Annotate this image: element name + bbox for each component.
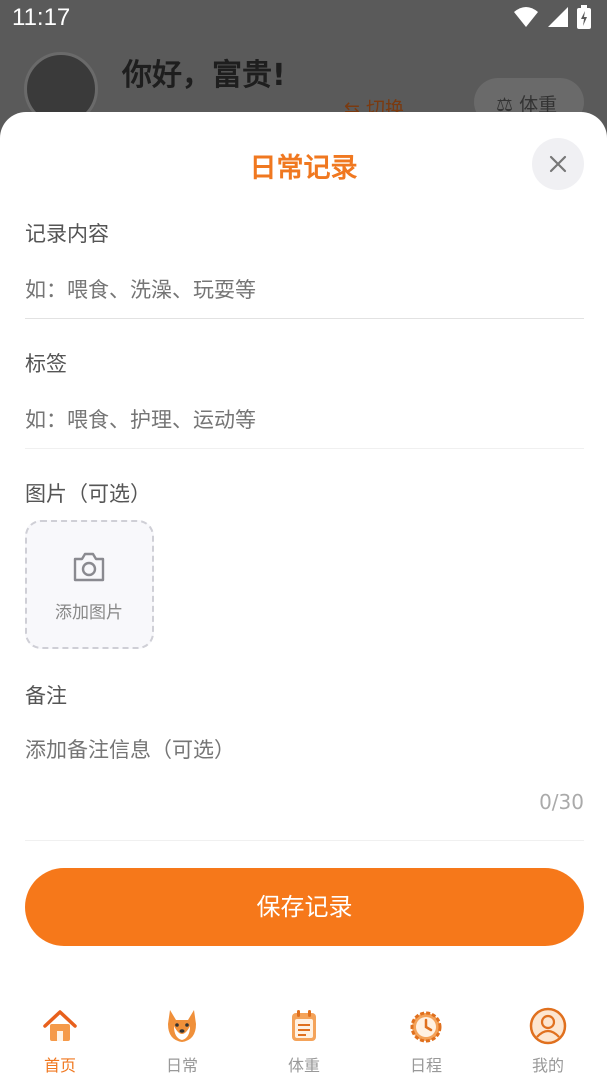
- dog-icon: [168, 1010, 196, 1042]
- notes-char-counter: 0/30: [539, 790, 584, 814]
- sheet-title: 日常记录: [249, 153, 358, 184]
- tags-input[interactable]: [25, 402, 584, 438]
- nav-schedule-label: 日程: [409, 1056, 442, 1075]
- content-input[interactable]: [25, 272, 584, 308]
- status-bar: 11:17: [0, 0, 607, 36]
- save-record-button[interactable]: 保存记录: [25, 868, 584, 946]
- images-label: 图片（可选）: [25, 482, 151, 506]
- add-image-button[interactable]: 添加图片: [25, 520, 154, 649]
- greeting-text: 你好，富贵!: [122, 58, 286, 93]
- nav-home[interactable]: 首页: [10, 1006, 110, 1076]
- nav-daily[interactable]: 日常: [132, 1006, 232, 1076]
- close-button[interactable]: [532, 138, 584, 190]
- nav-weight-label: 体重: [287, 1056, 320, 1075]
- profile-icon: [529, 1007, 567, 1045]
- tags-label: 标签: [25, 352, 67, 376]
- clock-icon: [410, 1011, 442, 1043]
- bottom-nav: 首页 日常 体重 日程 我的: [0, 1000, 607, 1080]
- notes-textarea[interactable]: [25, 734, 584, 794]
- wifi-icon: [514, 7, 538, 27]
- camera-icon: [73, 552, 105, 582]
- nav-schedule[interactable]: 日程: [376, 1006, 476, 1076]
- status-icons: [513, 5, 591, 29]
- tags-divider: [25, 448, 584, 449]
- notes-label: 备注: [25, 684, 67, 708]
- content-label: 记录内容: [25, 222, 109, 246]
- close-icon: [549, 155, 567, 173]
- home-icon: [43, 1010, 77, 1041]
- nav-daily-label: 日常: [165, 1056, 198, 1075]
- notes-divider: [25, 840, 584, 841]
- status-time: 11:17: [12, 4, 71, 31]
- nav-home-label: 首页: [43, 1056, 76, 1075]
- signal-icon: [548, 7, 568, 27]
- nav-profile-label: 我的: [531, 1056, 564, 1075]
- battery-icon: [577, 5, 591, 29]
- nav-weight[interactable]: 体重: [254, 1006, 354, 1076]
- calendar-note-icon: [292, 1010, 316, 1041]
- content-divider: [25, 318, 584, 319]
- add-image-label: 添加图片: [55, 603, 123, 623]
- nav-profile[interactable]: 我的: [498, 1006, 598, 1076]
- daily-record-sheet: 日常记录 记录内容 标签 图片（可选） 添加图片 备注 0/30 保存记录: [0, 112, 607, 1080]
